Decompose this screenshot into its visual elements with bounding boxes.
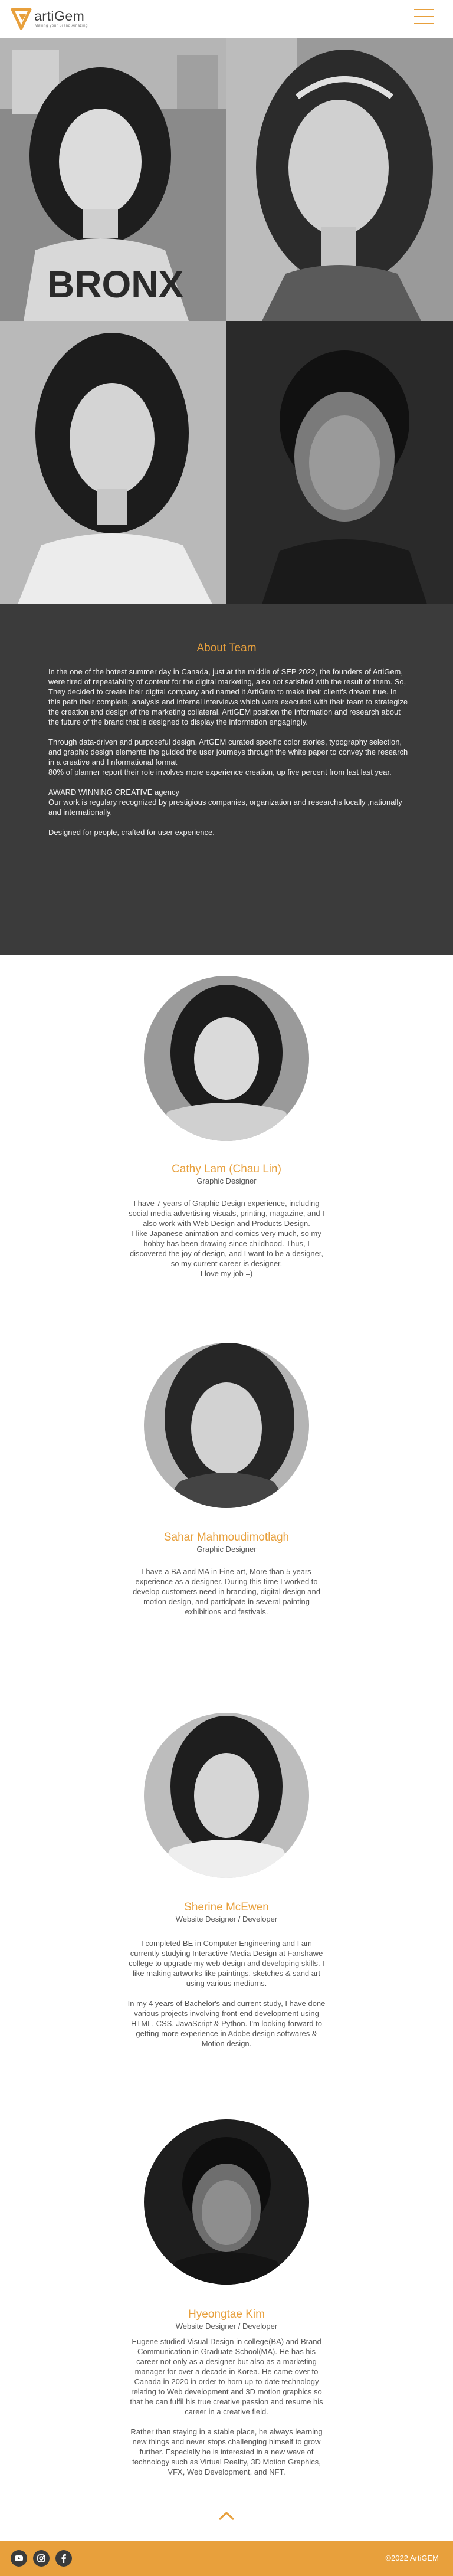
brand-logo[interactable]: artiGem Making your Brand Amazing bbox=[11, 6, 111, 32]
avatar-cathy bbox=[144, 976, 309, 1141]
hamburger-menu-icon[interactable] bbox=[414, 9, 434, 27]
photo-tile-sahar bbox=[226, 38, 453, 321]
brand-tagline: Making your Brand Amazing bbox=[35, 24, 88, 28]
copyright-text: ©2022 ArtiGEM bbox=[385, 2554, 439, 2562]
photo-tile-cathy: BRONX bbox=[0, 38, 226, 321]
about-paragraph: Through data-driven and purposeful desig… bbox=[48, 738, 408, 776]
youtube-icon[interactable] bbox=[11, 2550, 27, 2567]
member-role: Graphic Designer bbox=[196, 1545, 257, 1554]
about-paragraph: AWARD WINNING CREATIVE agency Our work i… bbox=[48, 788, 402, 817]
member-name: Sahar Mahmoudimotlagh bbox=[163, 1531, 290, 1543]
about-team-title: About Team bbox=[196, 642, 257, 654]
member-bio-paragraph: In my 4 years of Bachelor's and current … bbox=[127, 1999, 326, 2048]
about-team-section: About Team In the one of the hotest summ… bbox=[0, 604, 453, 955]
svg-text:BRONX: BRONX bbox=[47, 263, 183, 306]
member-name: Sherine McEwen bbox=[184, 1901, 269, 1913]
member-role: Website Designer / Developer bbox=[175, 1915, 278, 1923]
chevron-up-icon[interactable] bbox=[217, 2510, 236, 2522]
site-footer: ©2022 ArtiGEM bbox=[0, 2541, 453, 2576]
about-team-text: In the one of the hotest summer day in C… bbox=[48, 667, 408, 847]
member-bio: I have a BA and MA in Fine art, More tha… bbox=[126, 1566, 327, 1627]
gem-logo-icon bbox=[11, 8, 32, 30]
avatar-sahar bbox=[144, 1343, 309, 1508]
brand-name: artiGem bbox=[34, 8, 85, 24]
site-header: artiGem Making your Brand Amazing bbox=[0, 0, 453, 38]
member-name: Hyeongtae Kim bbox=[188, 2308, 265, 2321]
about-paragraph: Designed for people, crafted for user ex… bbox=[48, 828, 215, 837]
member-role: Graphic Designer bbox=[196, 1176, 257, 1185]
member-bio-paragraph: Rather than staying in a stable place, h… bbox=[130, 2427, 323, 2476]
page: artiGem Making your Brand Amazing BRONX bbox=[0, 0, 453, 2576]
instagram-icon[interactable] bbox=[33, 2550, 50, 2567]
member-role: Website Designer / Developer bbox=[175, 2322, 278, 2331]
avatar-hyeongtae bbox=[144, 2119, 309, 2285]
member-bio: I completed BE in Computer Engineering a… bbox=[126, 1938, 327, 2059]
member-bio-paragraph: I completed BE in Computer Engineering a… bbox=[129, 1939, 324, 1988]
avatar-sherine bbox=[144, 1713, 309, 1878]
member-bio: Eugene studied Visual Design in college(… bbox=[126, 2336, 327, 2487]
team-photo-grid: BRONX bbox=[0, 38, 453, 604]
member-bio-paragraph: I have 7 years of Graphic Design experie… bbox=[129, 1199, 324, 1278]
photo-tile-hyeongtae bbox=[226, 321, 453, 604]
member-bio-paragraph: I have a BA and MA in Fine art, More tha… bbox=[133, 1567, 320, 1616]
photo-tile-sherine bbox=[0, 321, 226, 604]
member-name: Cathy Lam (Chau Lin) bbox=[172, 1163, 281, 1175]
facebook-icon[interactable] bbox=[55, 2550, 72, 2567]
member-bio: I have 7 years of Graphic Design experie… bbox=[126, 1198, 327, 1289]
about-paragraph: In the one of the hotest summer day in C… bbox=[48, 667, 408, 726]
member-bio-paragraph: Eugene studied Visual Design in college(… bbox=[130, 2337, 323, 2416]
